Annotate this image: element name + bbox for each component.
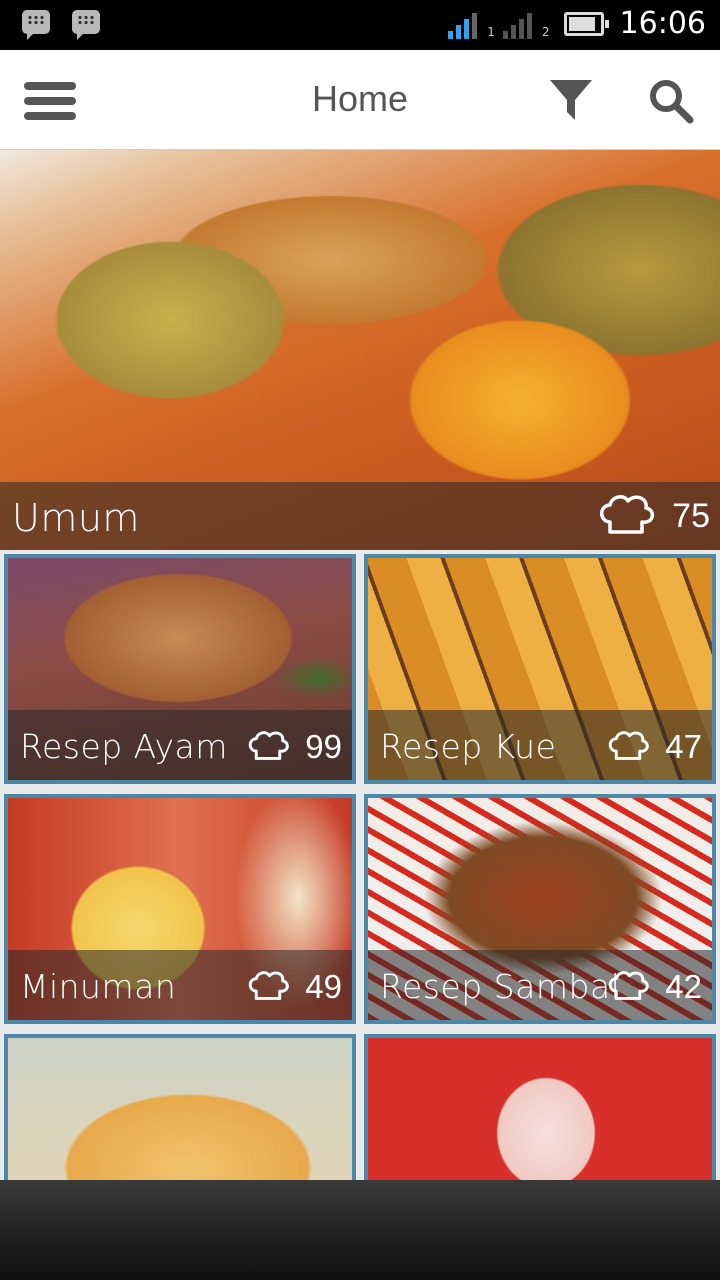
battery-icon (563, 11, 609, 36)
category-name: Resep Ayam (20, 727, 228, 766)
category-name: Minuman (20, 967, 177, 1006)
recipe-count: 47 (665, 728, 702, 765)
signal-icon (502, 9, 532, 39)
clock: 16:06 (619, 6, 706, 41)
recipe-count: 42 (665, 968, 702, 1005)
action-bar: Home (0, 50, 720, 150)
chef-hat-icon (608, 731, 649, 760)
filter-icon[interactable] (548, 78, 594, 122)
status-bar: 1 2 16:06 (0, 0, 720, 50)
page-title: Home (311, 78, 409, 119)
signal-icon (448, 9, 478, 39)
category-card-umum[interactable]: Umum 75 (0, 150, 720, 550)
chef-hat-icon (608, 971, 649, 1000)
search-icon[interactable] (648, 78, 694, 124)
category-card-partial[interactable] (364, 1034, 716, 1184)
chef-hat-icon (248, 731, 289, 760)
recipe-count: 49 (305, 968, 342, 1005)
bbm-notification-icon (72, 10, 100, 40)
category-card-resep-sambal[interactable]: Resep Sambal 42 (364, 794, 716, 1024)
recipe-count: 99 (305, 728, 342, 765)
chef-hat-icon (248, 971, 289, 1000)
category-name: Umum (12, 496, 140, 540)
category-name: Resep Kue (380, 727, 557, 766)
recipe-count: 75 (672, 497, 710, 535)
bbm-notification-icon (22, 10, 50, 40)
category-name: Resep Sambal (380, 967, 621, 1006)
category-card-partial[interactable] (4, 1034, 356, 1184)
category-card-resep-kue[interactable]: Resep Kue 47 (364, 554, 716, 784)
category-card-minuman[interactable]: Minuman 49 (4, 794, 356, 1024)
chef-hat-icon (600, 495, 655, 534)
sim2-label: 2 (541, 25, 550, 39)
category-card-resep-ayam[interactable]: Resep Ayam 99 (4, 554, 356, 784)
sim1-label: 1 (487, 25, 495, 39)
bottom-fade (0, 1180, 720, 1280)
